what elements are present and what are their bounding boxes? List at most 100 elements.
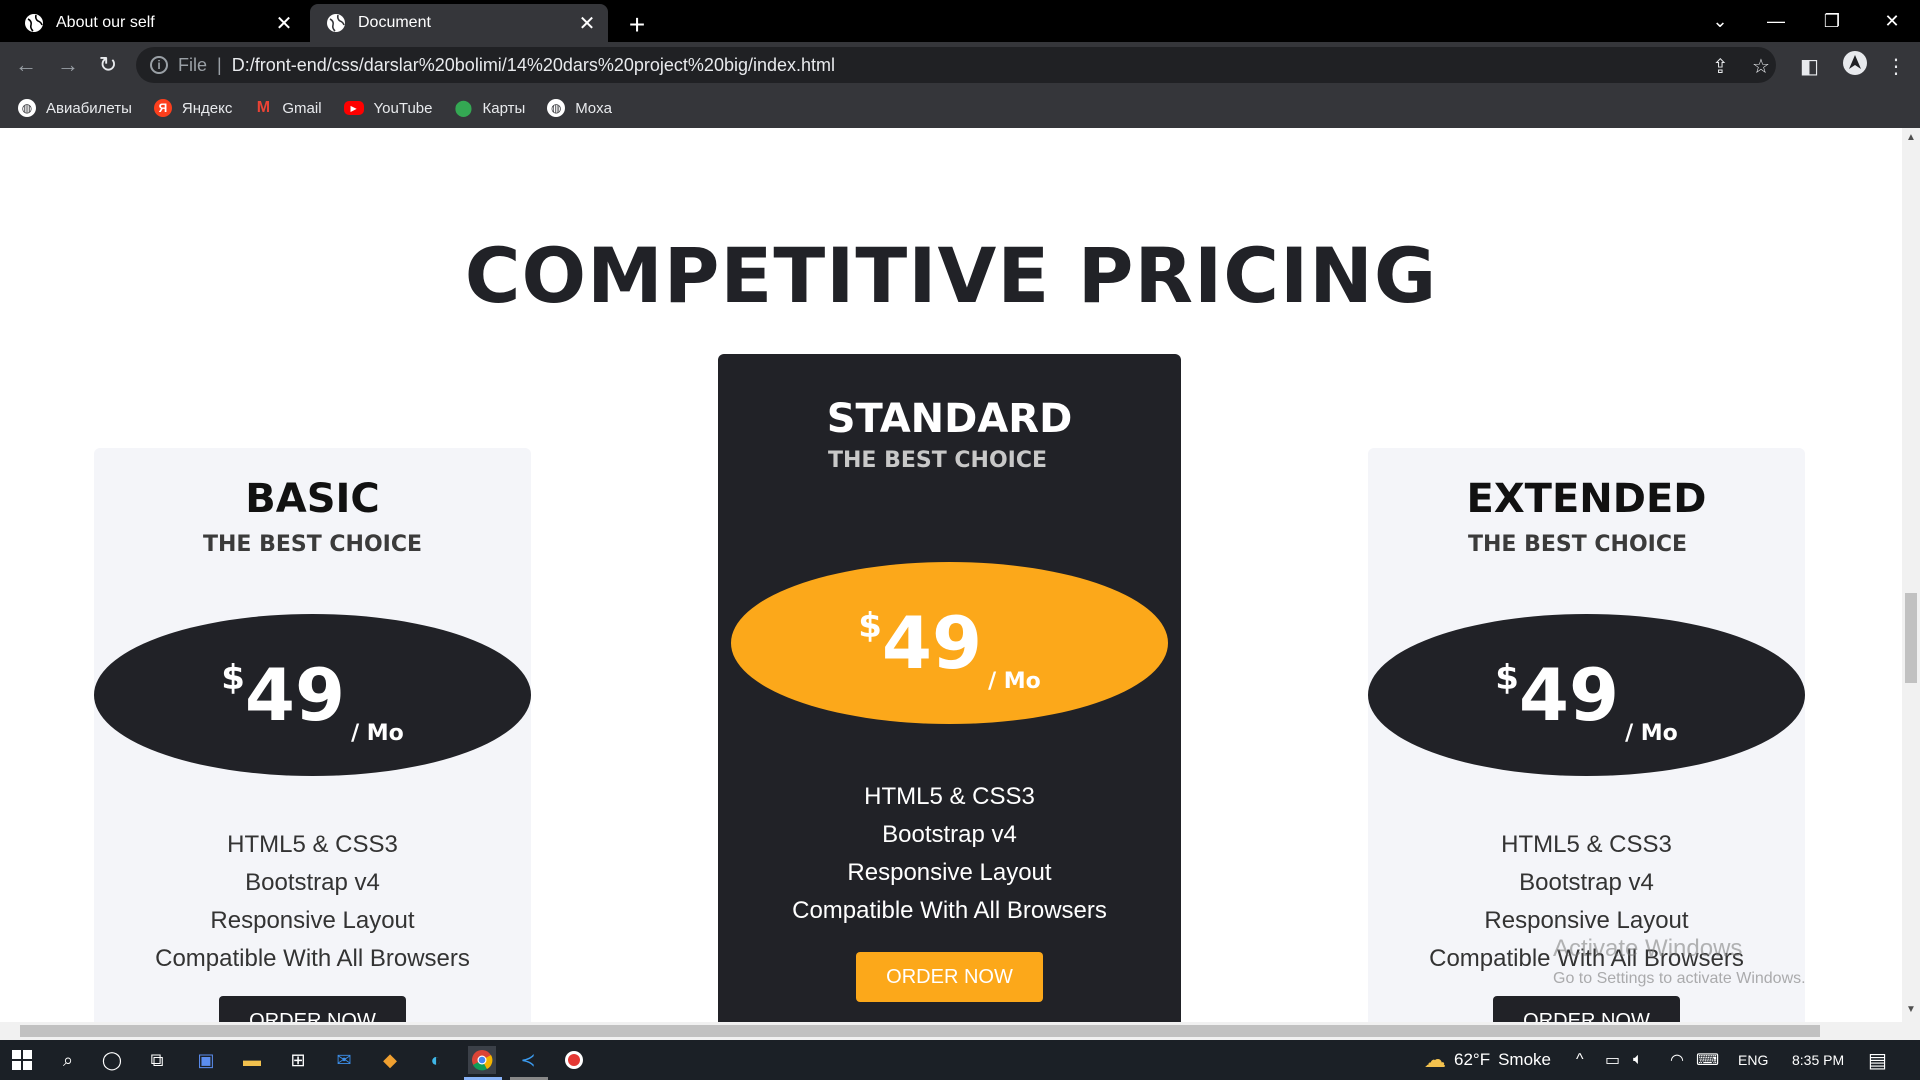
tray-chevron-up-icon[interactable]: ^ bbox=[1576, 1040, 1584, 1080]
globe-icon bbox=[327, 14, 345, 32]
plan-name: STANDARD bbox=[826, 396, 1073, 442]
order-now-button[interactable]: ORDER NOW bbox=[219, 996, 406, 1022]
volume-icon[interactable]: 🔈︎ bbox=[1633, 1040, 1643, 1080]
git-icon[interactable]: ◆ bbox=[376, 1046, 404, 1074]
address-scheme-label: File bbox=[178, 54, 208, 75]
menu-kebab-icon[interactable]: ⋮ bbox=[1886, 54, 1906, 79]
tab-document[interactable]: Document ✕ bbox=[310, 4, 608, 42]
back-arrow-icon[interactable]: ← bbox=[10, 49, 42, 81]
price-currency: $ bbox=[221, 658, 245, 698]
notifications-icon[interactable]: ▤ bbox=[1868, 1040, 1887, 1080]
price-oval: $ 49 / Mo bbox=[94, 614, 531, 776]
wifi-icon[interactable]: ◠ bbox=[1670, 1040, 1684, 1080]
bookmark-karty[interactable]: ⬤ Карты bbox=[454, 99, 526, 118]
price-oval: $ 49 / Mo bbox=[731, 562, 1168, 724]
feature-list: HTML5 & CSS3 Bootstrap v4 Responsive Lay… bbox=[94, 826, 531, 978]
feature-item: HTML5 & CSS3 bbox=[1501, 831, 1672, 858]
weather-condition: Smoke bbox=[1498, 1050, 1552, 1069]
plan-tagline: THE BEST CHOICE bbox=[202, 532, 423, 557]
bookmark-label: Карты bbox=[482, 99, 526, 117]
reload-icon[interactable]: ↻ bbox=[92, 49, 124, 81]
chrome-icon[interactable] bbox=[468, 1046, 496, 1074]
bookmark-aviabilety[interactable]: ◍ Авиабилеты bbox=[18, 99, 132, 117]
restore-button[interactable]: ❐ bbox=[1804, 0, 1860, 42]
forward-arrow-icon[interactable]: → bbox=[52, 49, 84, 81]
bookmark-yandex[interactable]: Я Яндекс bbox=[153, 99, 232, 117]
plan-name: BASIC bbox=[245, 476, 380, 522]
youtube-icon: ▶ bbox=[343, 101, 364, 115]
price-amount: 49 bbox=[881, 601, 983, 685]
vscode-icon[interactable]: ≺ bbox=[514, 1046, 542, 1074]
feature-list: HTML5 & CSS3 Bootstrap v4 Responsive Lay… bbox=[718, 778, 1181, 930]
new-tab-button[interactable]: + bbox=[620, 8, 654, 42]
vertical-scrollbar[interactable]: ▲ ▼ bbox=[1902, 128, 1920, 1022]
address-bar[interactable]: i File | D:/front-end/css/darslar%20boli… bbox=[136, 47, 1776, 83]
price-period: / Mo bbox=[988, 669, 1041, 694]
minimize-button[interactable]: — bbox=[1748, 0, 1804, 42]
side-panel-icon[interactable]: ◧ bbox=[1800, 54, 1819, 79]
feature-item: HTML5 & CSS3 bbox=[227, 831, 398, 858]
bookmark-label: Gmail bbox=[282, 99, 322, 117]
bookmark-gmail[interactable]: M Gmail bbox=[254, 99, 322, 117]
file-explorer-icon[interactable]: ▬ bbox=[238, 1046, 266, 1074]
scrollbar-thumb[interactable] bbox=[20, 1025, 1820, 1037]
plan-tagline: THE BEST CHOICE bbox=[1467, 532, 1688, 557]
info-icon[interactable]: i bbox=[150, 56, 168, 74]
maps-pin-icon: ⬤ bbox=[454, 100, 473, 117]
tab-about-our-self[interactable]: About our self ✕ bbox=[8, 4, 305, 42]
feature-item: Compatible With All Browsers bbox=[155, 945, 470, 972]
edge-icon[interactable]: ◐ bbox=[422, 1046, 450, 1074]
weather-cloud-icon: ☁ bbox=[1424, 1047, 1446, 1072]
feature-item: HTML5 & CSS3 bbox=[864, 783, 1035, 810]
activate-windows-hint: Go to Settings to activate Windows. bbox=[1553, 970, 1806, 987]
profile-avatar[interactable] bbox=[1842, 50, 1868, 82]
recorder-icon[interactable] bbox=[560, 1046, 588, 1074]
bookmark-moxa[interactable]: ◍ Moxa bbox=[547, 99, 612, 117]
bookmarks-bar: ◍ Авиабилеты Я Яндекс M Gmail ▶ YouTube … bbox=[0, 88, 1920, 128]
language-indicator[interactable]: ENG bbox=[1738, 1040, 1768, 1080]
pricing-card-standard: STANDARD THE BEST CHOICE $ 49 / Mo HTML5… bbox=[718, 354, 1181, 1022]
feature-item: Responsive Layout bbox=[210, 907, 415, 934]
order-now-button[interactable]: ORDER NOW bbox=[1493, 996, 1680, 1022]
bookmark-label: Авиабилеты bbox=[46, 99, 132, 117]
task-view-icon[interactable]: ⧉ bbox=[143, 1046, 171, 1074]
mail-icon[interactable]: ✉ bbox=[330, 1046, 358, 1074]
tab-search-chevron-icon[interactable]: ⌄ bbox=[1692, 0, 1748, 42]
store-icon[interactable]: ⊞ bbox=[284, 1046, 312, 1074]
plan-name: EXTENDED bbox=[1466, 476, 1707, 522]
tab-strip: About our self ✕ Document ✕ + ⌄ — ❐ ✕ bbox=[0, 0, 1920, 42]
tab-title: Document bbox=[358, 14, 431, 31]
scrollbar-thumb[interactable] bbox=[1905, 593, 1917, 683]
feature-item: Bootstrap v4 bbox=[882, 821, 1017, 848]
order-now-button[interactable]: ORDER NOW bbox=[856, 952, 1043, 1002]
search-icon[interactable]: ⌕ bbox=[54, 1046, 82, 1074]
feature-item: Responsive Layout bbox=[847, 859, 1052, 886]
close-tab-icon[interactable]: ✕ bbox=[574, 10, 600, 36]
feature-item: Bootstrap v4 bbox=[245, 869, 380, 896]
clock[interactable]: 8:35 PM bbox=[1792, 1040, 1844, 1080]
battery-icon[interactable]: ▭ bbox=[1605, 1040, 1620, 1080]
price-period: / Mo bbox=[351, 721, 404, 746]
bookmark-youtube[interactable]: ▶ YouTube bbox=[343, 100, 433, 117]
scroll-down-arrow-icon[interactable]: ▼ bbox=[1906, 1004, 1916, 1015]
horizontal-scrollbar[interactable] bbox=[0, 1022, 1920, 1040]
section-title: COMPETITIVE PRICING bbox=[464, 231, 1438, 320]
close-window-button[interactable]: ✕ bbox=[1864, 0, 1920, 42]
share-icon[interactable]: ⇪ bbox=[1712, 54, 1729, 79]
bookmark-star-icon[interactable]: ☆ bbox=[1752, 54, 1770, 79]
keyboard-icon[interactable]: ⌨ bbox=[1696, 1040, 1719, 1080]
address-url[interactable]: D:/front-end/css/darslar%20bolimi/14%20d… bbox=[232, 55, 835, 76]
windows-start-icon[interactable] bbox=[8, 1046, 36, 1074]
scroll-up-arrow-icon[interactable]: ▲ bbox=[1906, 132, 1916, 143]
close-tab-icon[interactable]: ✕ bbox=[271, 10, 297, 36]
save-disk-icon[interactable]: ▣ bbox=[192, 1046, 220, 1074]
activate-windows-watermark: Activate Windows bbox=[1553, 935, 1743, 962]
browser-toolbar: ← → ↻ i File | D:/front-end/css/darslar%… bbox=[0, 42, 1920, 88]
globe-icon: ◍ bbox=[547, 99, 566, 117]
tab-title: About our self bbox=[56, 14, 155, 31]
windows-taskbar: ⌕ ◯ ⧉ ▣ ▬ ⊞ ✉ ◆ ◐ ≺ ☁ 62°F Smoke ^ ▭ 🔈︎ … bbox=[0, 1040, 1920, 1080]
plan-tagline: THE BEST CHOICE bbox=[827, 448, 1048, 473]
globe-icon: ◍ bbox=[18, 99, 36, 117]
cortana-icon[interactable]: ◯ bbox=[98, 1046, 126, 1074]
weather-widget[interactable]: ☁ 62°F Smoke bbox=[1424, 1040, 1551, 1080]
